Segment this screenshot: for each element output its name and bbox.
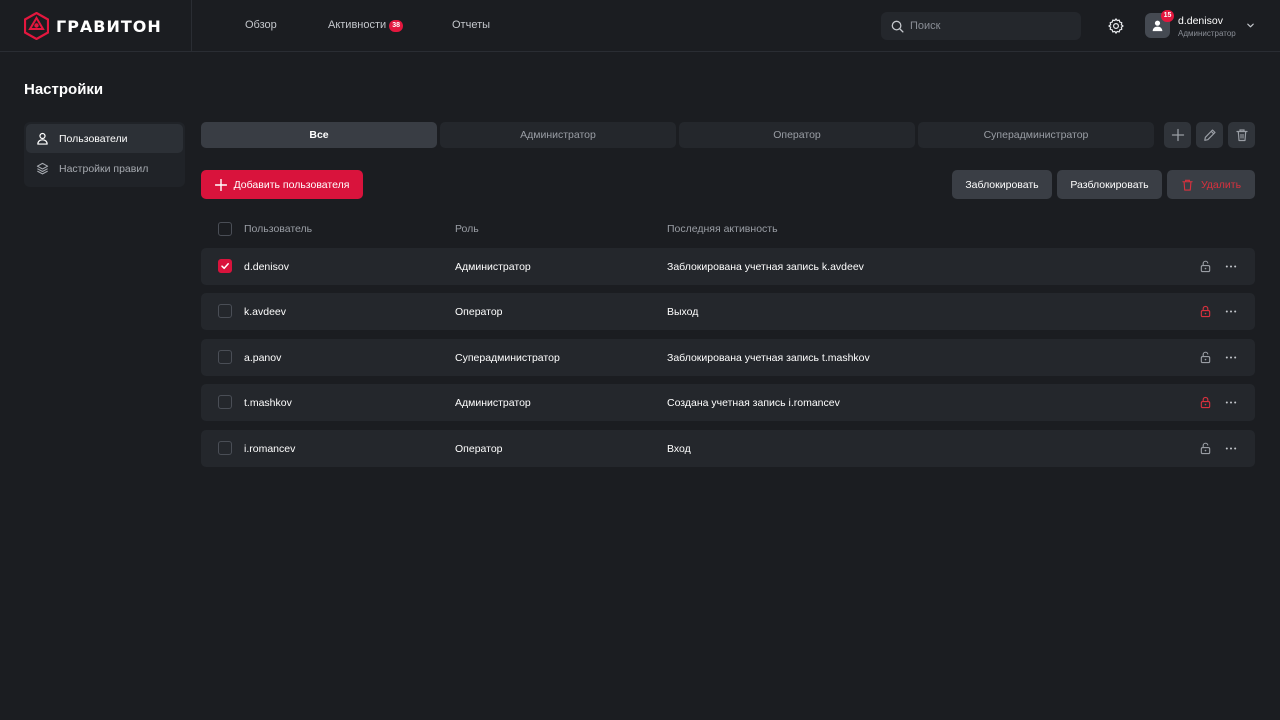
nav-activities[interactable]: Активности 38: [328, 19, 404, 32]
tab-all[interactable]: Все: [201, 122, 437, 148]
activities-count-badge: 38: [389, 20, 404, 32]
add-user-label: Добавить пользователя: [233, 178, 350, 191]
delete-tab-button[interactable]: [1228, 122, 1255, 148]
row-checkbox[interactable]: [218, 259, 232, 273]
table-row[interactable]: i.romancev Оператор Вход: [201, 430, 1255, 467]
row-checkbox[interactable]: [218, 395, 232, 409]
cell-user: t.mashkov: [244, 397, 292, 409]
cell-role: Оператор: [455, 443, 503, 455]
sidebar-item-users-label: Пользователи: [59, 132, 128, 145]
tab-administrator[interactable]: Администратор: [440, 122, 676, 148]
block-button[interactable]: Заблокировать: [952, 170, 1052, 199]
page-title: Настройки: [24, 81, 104, 98]
layers-icon: [36, 162, 49, 175]
cell-user: d.denisov: [244, 261, 289, 273]
row-checkbox[interactable]: [218, 304, 232, 318]
cell-activity: Заблокирована учетная запись k.avdeev: [667, 261, 864, 273]
cell-role: Администратор: [455, 261, 531, 273]
top-header: ГРАВИТОН Обзор Активности38 Отчеты 15 d.…: [0, 0, 1280, 52]
brand-logo[interactable]: ГРАВИТОН: [24, 12, 162, 40]
cell-role: Суперадминистратор: [455, 352, 560, 364]
unblock-button[interactable]: Разблокировать: [1057, 170, 1162, 199]
locked-icon[interactable]: [1199, 305, 1212, 318]
nav-overview[interactable]: Обзор: [245, 19, 277, 31]
search-input[interactable]: [910, 20, 1070, 32]
brand-name: ГРАВИТОН: [56, 16, 162, 36]
more-icon[interactable]: [1224, 396, 1238, 409]
column-header-activity[interactable]: Последняя активность: [667, 223, 778, 235]
sidebar-item-users[interactable]: Пользователи: [26, 124, 183, 153]
cell-role: Оператор: [455, 306, 503, 318]
cell-activity: Вход: [667, 443, 691, 455]
pencil-icon: [1203, 129, 1216, 141]
search-icon: [891, 20, 904, 33]
plus-icon: [1171, 128, 1184, 142]
cell-user: k.avdeev: [244, 306, 287, 318]
sidebar-item-rules-settings[interactable]: Настройки правил: [26, 154, 183, 183]
more-icon[interactable]: [1224, 351, 1238, 364]
plus-icon: [214, 178, 227, 191]
notification-badge: 15: [1161, 10, 1174, 22]
sidebar-item-rules-label: Настройки правил: [59, 162, 149, 175]
tab-all-label: Все: [309, 129, 329, 141]
unlocked-icon[interactable]: [1199, 351, 1212, 364]
tab-superadministrator[interactable]: Суперадминистратор: [918, 122, 1154, 148]
logo-icon: [24, 12, 49, 40]
select-all-checkbox[interactable]: [218, 222, 232, 236]
table-row[interactable]: a.panov Суперадминистратор Заблокирована…: [201, 339, 1255, 376]
chevron-down-icon[interactable]: [1246, 21, 1255, 30]
trash-icon: [1182, 179, 1193, 191]
tab-administrator-label: Администратор: [520, 129, 596, 141]
unlocked-icon[interactable]: [1199, 442, 1212, 455]
trash-icon: [1235, 129, 1248, 142]
cell-role: Администратор: [455, 397, 531, 409]
table-row[interactable]: t.mashkov Администратор Создана учетная …: [201, 384, 1255, 421]
settings-sidebar: Пользователи Настройки правил: [24, 122, 185, 187]
tab-operator-label: Оператор: [773, 129, 821, 141]
column-header-user[interactable]: Пользователь: [244, 223, 312, 235]
user-name[interactable]: d.denisov: [1178, 15, 1223, 27]
nav-overview-label: Обзор: [245, 19, 277, 31]
column-header-role[interactable]: Роль: [455, 223, 479, 235]
delete-label: Удалить: [1200, 178, 1242, 191]
add-tab-button[interactable]: [1164, 122, 1191, 148]
block-label: Заблокировать: [965, 178, 1039, 191]
more-icon[interactable]: [1224, 442, 1238, 455]
user-avatar-icon: [1152, 20, 1163, 32]
nav-reports-label: Отчеты: [452, 19, 491, 31]
tab-operator[interactable]: Оператор: [679, 122, 915, 148]
header-divider: [191, 0, 192, 52]
cell-user: i.romancev: [244, 443, 296, 455]
checkmark-icon: [221, 263, 229, 270]
more-icon[interactable]: [1224, 305, 1238, 318]
table-row[interactable]: d.denisov Администратор Заблокирована уч…: [201, 248, 1255, 285]
table-row[interactable]: k.avdeev Оператор Выход: [201, 293, 1255, 330]
user-icon: [37, 132, 48, 145]
locked-icon[interactable]: [1199, 396, 1212, 409]
search-box: [881, 12, 1081, 40]
cell-user: a.panov: [244, 352, 282, 364]
nav-reports[interactable]: Отчеты: [452, 19, 490, 31]
tab-superadministrator-label: Суперадминистратор: [983, 129, 1089, 141]
unlocked-icon[interactable]: [1199, 260, 1212, 273]
edit-tab-button[interactable]: [1196, 122, 1223, 148]
delete-button[interactable]: Удалить: [1167, 170, 1255, 199]
cell-activity: Выход: [667, 306, 699, 318]
cell-activity: Заблокирована учетная запись t.mashkov: [667, 352, 870, 364]
more-icon[interactable]: [1224, 260, 1238, 273]
add-user-button[interactable]: Добавить пользователя: [201, 170, 363, 199]
gear-icon[interactable]: [1107, 17, 1125, 35]
user-role: Администратор: [1178, 29, 1236, 38]
row-checkbox[interactable]: [218, 350, 232, 364]
unblock-label: Разблокировать: [1070, 178, 1149, 191]
nav-activities-label: Активности: [328, 19, 387, 31]
row-checkbox[interactable]: [218, 441, 232, 455]
cell-activity: Создана учетная запись i.romancev: [667, 397, 840, 409]
